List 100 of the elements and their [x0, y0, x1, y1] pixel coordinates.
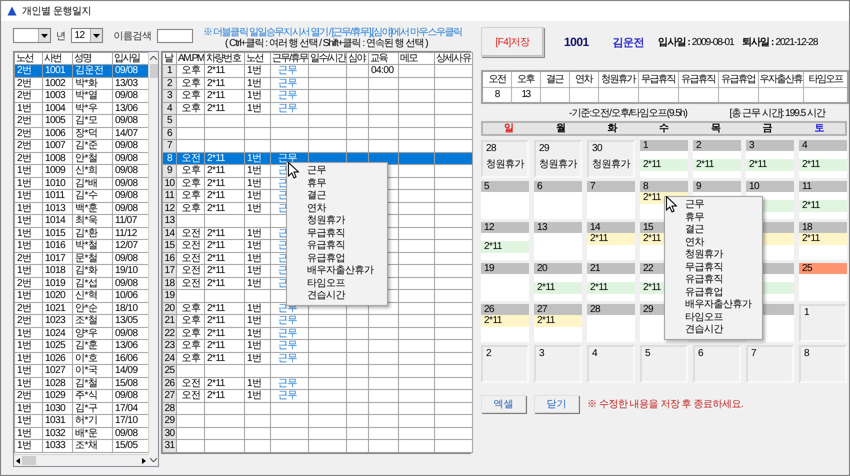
table-cell: 2*11: [204, 90, 244, 102]
shift-entry: 2*11: [534, 315, 582, 327]
table-cell: 1번: [244, 264, 270, 277]
table-cell: 1033: [42, 440, 72, 452]
row-header: 4: [162, 102, 176, 114]
table-cell: 1020: [42, 290, 72, 302]
table-cell: 2번: [14, 390, 42, 402]
weekday-label: 수: [659, 123, 669, 134]
table-cell: 1번: [14, 240, 42, 252]
day-number: 1: [804, 307, 810, 318]
day-header: 19: [481, 263, 529, 274]
table-cell: 2*11: [204, 314, 244, 327]
table-cell: 1011: [42, 190, 72, 202]
table-cell: 1번: [244, 240, 270, 252]
column-header: 유급휴직: [678, 71, 718, 87]
column-header: 오전: [482, 71, 511, 87]
day-header: 9: [693, 181, 741, 192]
weekday-label: 토: [814, 123, 824, 134]
row-header: 26: [162, 377, 176, 390]
table-cell: 04:00: [368, 64, 398, 77]
day-header: 3: [746, 140, 794, 151]
row-header: 25: [162, 364, 176, 377]
day-header: 28: [587, 304, 635, 315]
row-header: 10: [162, 177, 176, 190]
day-header: 10: [746, 181, 794, 192]
table-cell: 조*채: [72, 440, 112, 452]
table-cell: 1번: [14, 290, 42, 302]
table-cell: 1번: [244, 64, 270, 77]
row-header: 12: [162, 202, 176, 214]
table-cell: 1번: [244, 314, 270, 327]
shift-entry: 2*11: [481, 315, 529, 327]
table-cell: 1009: [42, 164, 72, 177]
table-cell: 김*모: [72, 114, 112, 127]
table-cell: 오전: [176, 390, 204, 402]
table-cell: 주*식: [72, 390, 112, 402]
day-header: 2: [693, 140, 741, 151]
day-header: 7: [587, 181, 635, 192]
shift-entry: 2*11: [799, 159, 847, 171]
weekday-label: 목: [710, 123, 720, 134]
row-header: 18: [162, 277, 176, 290]
day-header: 8: [640, 181, 688, 192]
table-cell: 1번: [244, 164, 270, 177]
row-header: 17: [162, 264, 176, 277]
day-number: 29: [539, 143, 550, 154]
table-cell: 2번: [14, 114, 42, 127]
row-header: 2: [162, 77, 176, 90]
day-header: 27: [534, 304, 582, 315]
table-cell: 1007: [42, 140, 72, 152]
table-cell: 박*철: [72, 240, 112, 252]
table-cell: 1005: [42, 114, 72, 127]
table-cell: 오전: [176, 264, 204, 277]
column-header: 결근: [540, 71, 569, 87]
table-cell: 1025: [42, 340, 72, 352]
table-cell: 최*욱: [72, 214, 112, 227]
shift-entry: 2*11: [799, 233, 847, 245]
table-cell: 허*기: [72, 414, 112, 427]
row-header: 16: [162, 252, 176, 264]
table-cell: 2번: [14, 90, 42, 102]
row-header: 7: [162, 140, 176, 152]
column-header: 유급휴업: [718, 71, 758, 87]
day-number: 28: [486, 143, 496, 154]
day-header: 18: [799, 222, 847, 233]
row-header: 15: [162, 240, 176, 252]
day-header: 11: [799, 181, 847, 192]
basis-note: -기준:오전/오후/타임오프(9.5h): [569, 106, 687, 120]
day-number: 3: [539, 348, 544, 359]
table-cell: 오후: [176, 90, 204, 102]
table-cell: 2*11: [204, 190, 244, 202]
row-header: 19: [162, 290, 176, 302]
weekday-label: 월: [556, 123, 566, 134]
row-header: 24: [162, 352, 176, 364]
row-header: 5: [162, 114, 176, 127]
row-header: 3: [162, 90, 176, 102]
column-header: 오후: [511, 71, 540, 87]
table-cell: 2*11: [204, 340, 244, 352]
row-header: 31: [162, 440, 176, 452]
table-cell: 1번: [244, 90, 270, 102]
retire-date: 퇴사일 : 2021-12-28: [742, 36, 818, 49]
column-header: 연차: [569, 71, 598, 87]
day-header: 14: [587, 222, 635, 233]
column-header: 우자출산휴: [758, 71, 803, 87]
shift-entry: 2*11: [534, 282, 582, 294]
shift-entry: 2*11: [799, 200, 847, 212]
row-header: 23: [162, 340, 176, 352]
table-cell: 2*11: [204, 390, 244, 402]
table-cell: 오후: [176, 340, 204, 352]
day-note: 청원휴가: [592, 159, 630, 170]
shift-entry: 2*11: [746, 159, 794, 171]
row-header: 9: [162, 164, 176, 177]
table-cell: 1번: [14, 214, 42, 227]
day-note: 청원휴가: [539, 159, 577, 170]
table-cell: 오전: [176, 240, 204, 252]
row-header: 29: [162, 414, 176, 427]
row-header: 21: [162, 314, 176, 327]
shift-entry: 2*11: [587, 282, 635, 294]
column-header: 청원휴가: [598, 71, 638, 87]
row-header: 1: [162, 64, 176, 77]
table-cell: 1번: [244, 190, 270, 202]
table-cell: 김*수: [72, 190, 112, 202]
table-cell: 1번: [14, 364, 42, 377]
